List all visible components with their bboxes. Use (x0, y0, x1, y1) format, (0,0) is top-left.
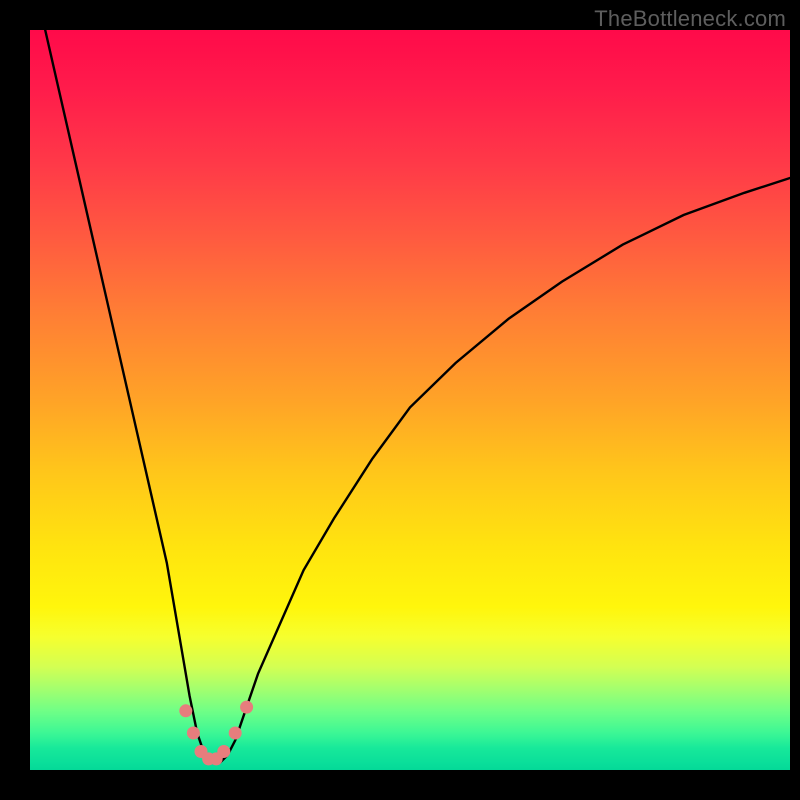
curve-marker (179, 704, 192, 717)
bottleneck-curve (30, 30, 790, 770)
curve-marker (229, 727, 242, 740)
curve-marker (187, 727, 200, 740)
marker-group (179, 701, 253, 766)
curve-marker (217, 745, 230, 758)
chart-plot-area (30, 30, 790, 770)
watermark-text: TheBottleneck.com (594, 6, 786, 32)
curve-marker (240, 701, 253, 714)
curve-path (45, 30, 790, 763)
